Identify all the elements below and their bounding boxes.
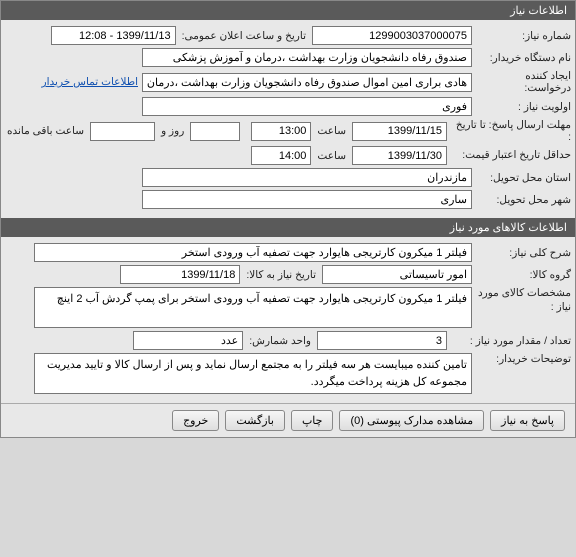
field-validity-time[interactable] bbox=[251, 146, 311, 165]
field-creator[interactable] bbox=[142, 73, 472, 92]
field-validity-date[interactable] bbox=[352, 146, 447, 165]
label-goods-group: گروه کالا: bbox=[476, 269, 571, 281]
label-time1: ساعت bbox=[315, 125, 348, 137]
label-request-no: شماره نیاز: bbox=[476, 30, 571, 42]
exit-button[interactable]: خروج bbox=[172, 410, 219, 431]
label-general-title: شرح کلی نیاز: bbox=[476, 247, 571, 259]
label-province: استان محل تحویل: bbox=[476, 172, 571, 184]
label-goods-spec: مشخصات کالای مورد نیاز : bbox=[476, 287, 571, 314]
field-deadline-date[interactable] bbox=[352, 122, 447, 141]
field-general-title[interactable] bbox=[34, 243, 472, 262]
field-goods-group[interactable] bbox=[322, 265, 472, 284]
section-goods-info: اطلاعات کالاهای مورد نیاز bbox=[1, 218, 575, 237]
label-qty: تعداد / مقدار مورد نیاز : bbox=[451, 335, 571, 347]
label-days: روز و bbox=[159, 125, 186, 137]
section-need-info: اطلاعات نیاز bbox=[1, 1, 575, 20]
row-priority: اولویت نیاز : bbox=[5, 97, 571, 116]
row-request-no: شماره نیاز: تاریخ و ساعت اعلان عمومی: bbox=[5, 26, 571, 45]
field-city[interactable] bbox=[142, 190, 472, 209]
row-deadline: مهلت ارسال پاسخ: تا تاریخ : ساعت روز و س… bbox=[5, 119, 571, 143]
row-city: شهر محل تحویل: bbox=[5, 190, 571, 209]
reply-button[interactable]: پاسخ به نیاز bbox=[490, 410, 565, 431]
field-priority[interactable] bbox=[142, 97, 472, 116]
label-priority: اولویت نیاز : bbox=[476, 101, 571, 113]
row-province: استان محل تحویل: bbox=[5, 168, 571, 187]
attachments-button[interactable]: مشاهده مدارک پیوستی (0) bbox=[339, 410, 484, 431]
field-qty[interactable] bbox=[317, 331, 447, 350]
label-buyer-org: نام دستگاه خریدار: bbox=[476, 52, 571, 64]
field-deadline-time[interactable] bbox=[251, 122, 311, 141]
row-buyer-notes: توضیحات خریدار: bbox=[5, 353, 571, 394]
field-province[interactable] bbox=[142, 168, 472, 187]
row-qty: تعداد / مقدار مورد نیاز : واحد شمارش: bbox=[5, 331, 571, 350]
field-goods-spec[interactable] bbox=[34, 287, 472, 328]
field-unit[interactable] bbox=[133, 331, 243, 350]
label-deadline: مهلت ارسال پاسخ: تا تاریخ : bbox=[451, 119, 571, 143]
row-creator: ایجاد کننده درخواست: اطلاعات تماس خریدار bbox=[5, 70, 571, 94]
label-city: شهر محل تحویل: bbox=[476, 194, 571, 206]
field-need-by[interactable] bbox=[120, 265, 240, 284]
need-info-form: شماره نیاز: تاریخ و ساعت اعلان عمومی: نا… bbox=[1, 20, 575, 218]
label-validity: حداقل تاریخ اعتبار قیمت: bbox=[451, 149, 571, 162]
label-remaining: ساعت باقی مانده bbox=[5, 125, 86, 137]
link-contact[interactable]: اطلاعات تماس خریدار bbox=[42, 76, 138, 88]
section-title: اطلاعات نیاز bbox=[510, 5, 567, 17]
field-time-left bbox=[90, 122, 155, 141]
label-buyer-notes: توضیحات خریدار: bbox=[476, 353, 571, 365]
footer-buttons: پاسخ به نیاز مشاهده مدارک پیوستی (0) چاپ… bbox=[1, 403, 575, 437]
print-button[interactable]: چاپ bbox=[291, 410, 334, 431]
section-title-goods: اطلاعات کالاهای مورد نیاز bbox=[450, 222, 567, 234]
label-unit: واحد شمارش: bbox=[247, 335, 313, 347]
row-goods-group: گروه کالا: تاریخ نیاز به کالا: bbox=[5, 265, 571, 284]
row-general-title: شرح کلی نیاز: bbox=[5, 243, 571, 262]
info-window: اطلاعات نیاز شماره نیاز: تاریخ و ساعت اع… bbox=[0, 0, 576, 438]
field-announce-dt[interactable] bbox=[51, 26, 176, 45]
field-buyer-notes[interactable] bbox=[34, 353, 472, 394]
field-request-no[interactable] bbox=[312, 26, 472, 45]
field-buyer-org[interactable] bbox=[142, 48, 472, 67]
field-days-left bbox=[190, 122, 240, 141]
row-validity: حداقل تاریخ اعتبار قیمت: ساعت bbox=[5, 146, 571, 165]
goods-info-form: شرح کلی نیاز: گروه کالا: تاریخ نیاز به ک… bbox=[1, 237, 575, 403]
label-time2: ساعت bbox=[315, 150, 348, 162]
label-need-by: تاریخ نیاز به کالا: bbox=[244, 269, 318, 281]
back-button[interactable]: بازگشت bbox=[225, 410, 285, 431]
label-creator: ایجاد کننده درخواست: bbox=[476, 70, 571, 94]
row-buyer-org: نام دستگاه خریدار: bbox=[5, 48, 571, 67]
row-goods-spec: مشخصات کالای مورد نیاز : bbox=[5, 287, 571, 328]
label-announce-dt: تاریخ و ساعت اعلان عمومی: bbox=[180, 30, 308, 42]
